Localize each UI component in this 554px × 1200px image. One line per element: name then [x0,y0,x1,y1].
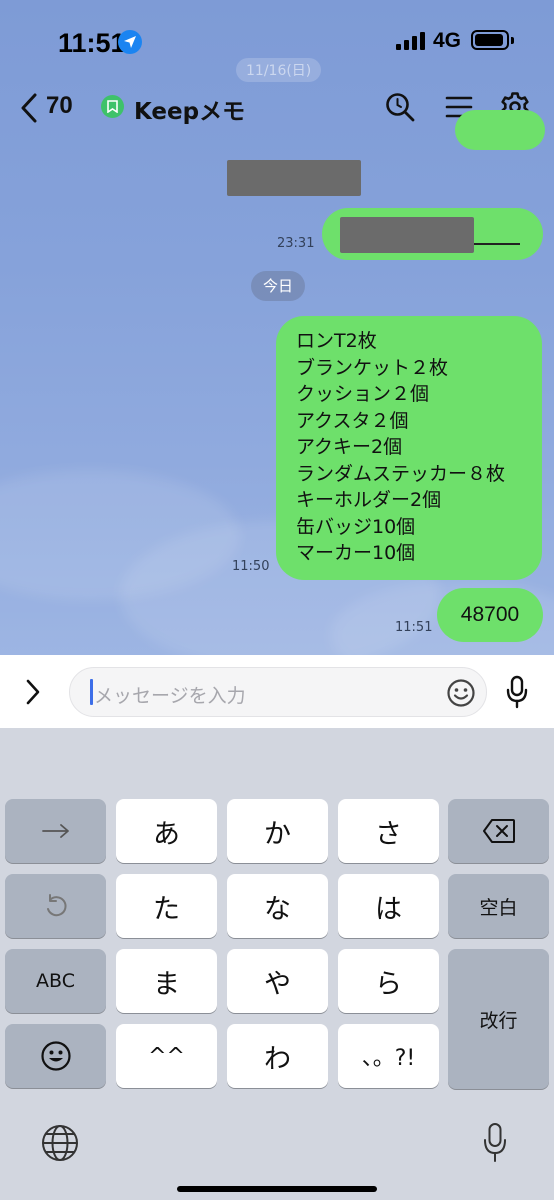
next-candidate-key[interactable] [5,799,106,863]
list-line: ブランケット２枚 [296,356,449,379]
delete-key[interactable] [448,799,549,863]
abc-mode-key[interactable]: ABC [5,949,106,1013]
undo-key[interactable] [5,874,106,938]
key-a[interactable]: あ [116,799,217,863]
chat-title: Keepメモ [134,99,246,125]
key-kaomoji[interactable]: ^^ [116,1024,217,1088]
smiley-icon [40,1041,71,1071]
microphone-icon[interactable] [505,675,529,713]
globe-icon[interactable] [40,1123,80,1167]
input-placeholder: メッセージを入力 [94,685,246,707]
status-bar: 11:51 4G [0,0,554,86]
message-time: 23:31 [277,236,315,251]
list-line: クッション２個 [296,383,430,405]
message-time: 11:51 [395,620,433,635]
redacted-message [227,160,361,196]
date-separator: 今日 [251,271,305,301]
emoji-icon[interactable] [446,678,476,712]
key-ka[interactable]: か [227,799,328,863]
key-ma[interactable]: ま [116,949,217,1013]
backspace-icon [482,819,515,843]
list-line: アクキー2個 [296,436,403,458]
list-line: キーホルダー2個 [296,489,442,511]
message-bubble-list[interactable]: ロンT2枚 ブランケット２枚 クッション２個 アクスタ２個 アクキー2個 ランダ… [276,316,542,580]
underline-mark [474,243,520,245]
keep-bookmark-icon [101,95,124,118]
message-bubble-redacted[interactable] [322,208,543,260]
key-ra[interactable]: ら [338,949,439,1013]
battery-icon [471,30,514,50]
status-time: 11:51 [58,28,126,58]
list-line: 缶バッジ10個 [296,515,416,538]
undo-icon [46,894,67,917]
emoji-keyboard-key[interactable] [5,1024,106,1088]
unread-count[interactable]: 70 [46,92,73,120]
chat-background: 11/16(日) 11:51 4G 70 Keepメモ 23:31 今日 ロンT… [0,0,554,655]
list-line: マーカー10個 [296,542,416,564]
japanese-kana-keyboard: あ か さ た な は 空白 ABC ま や ら 改行 ^^ わ 、。?! [0,728,554,1200]
dictation-microphone-icon[interactable] [482,1122,508,1168]
message-bubble-amount[interactable]: 48700 [437,588,543,642]
search-icon[interactable] [384,91,416,127]
space-key[interactable]: 空白 [448,874,549,938]
key-na[interactable]: な [227,874,328,938]
text-caret [90,679,93,705]
key-wa[interactable]: わ [227,1024,328,1088]
location-arrow-icon [118,30,142,54]
message-input[interactable]: メッセージを入力 [69,667,487,717]
key-sa[interactable]: さ [338,799,439,863]
message-time: 11:50 [232,559,270,574]
key-ya[interactable]: や [227,949,328,1013]
right-arrow-icon [41,824,69,838]
cellular-signal-icon [396,32,426,50]
return-key[interactable]: 改行 [448,949,549,1089]
list-line: アクスタ２個 [296,409,409,432]
list-line: ロンT2枚 [296,330,377,352]
message-bubble-partial[interactable] [455,110,545,150]
network-type: 4G [433,29,462,52]
key-ha[interactable]: は [338,874,439,938]
expand-chevron-icon[interactable] [22,677,44,711]
key-ta[interactable]: た [116,874,217,938]
key-punctuation[interactable]: 、。?! [338,1024,439,1088]
list-line: ランダムステッカー８枚 [296,462,506,485]
home-indicator [177,1186,377,1192]
redacted-content [340,217,474,253]
message-input-bar: メッセージを入力 [0,655,554,728]
back-button[interactable] [18,92,40,128]
